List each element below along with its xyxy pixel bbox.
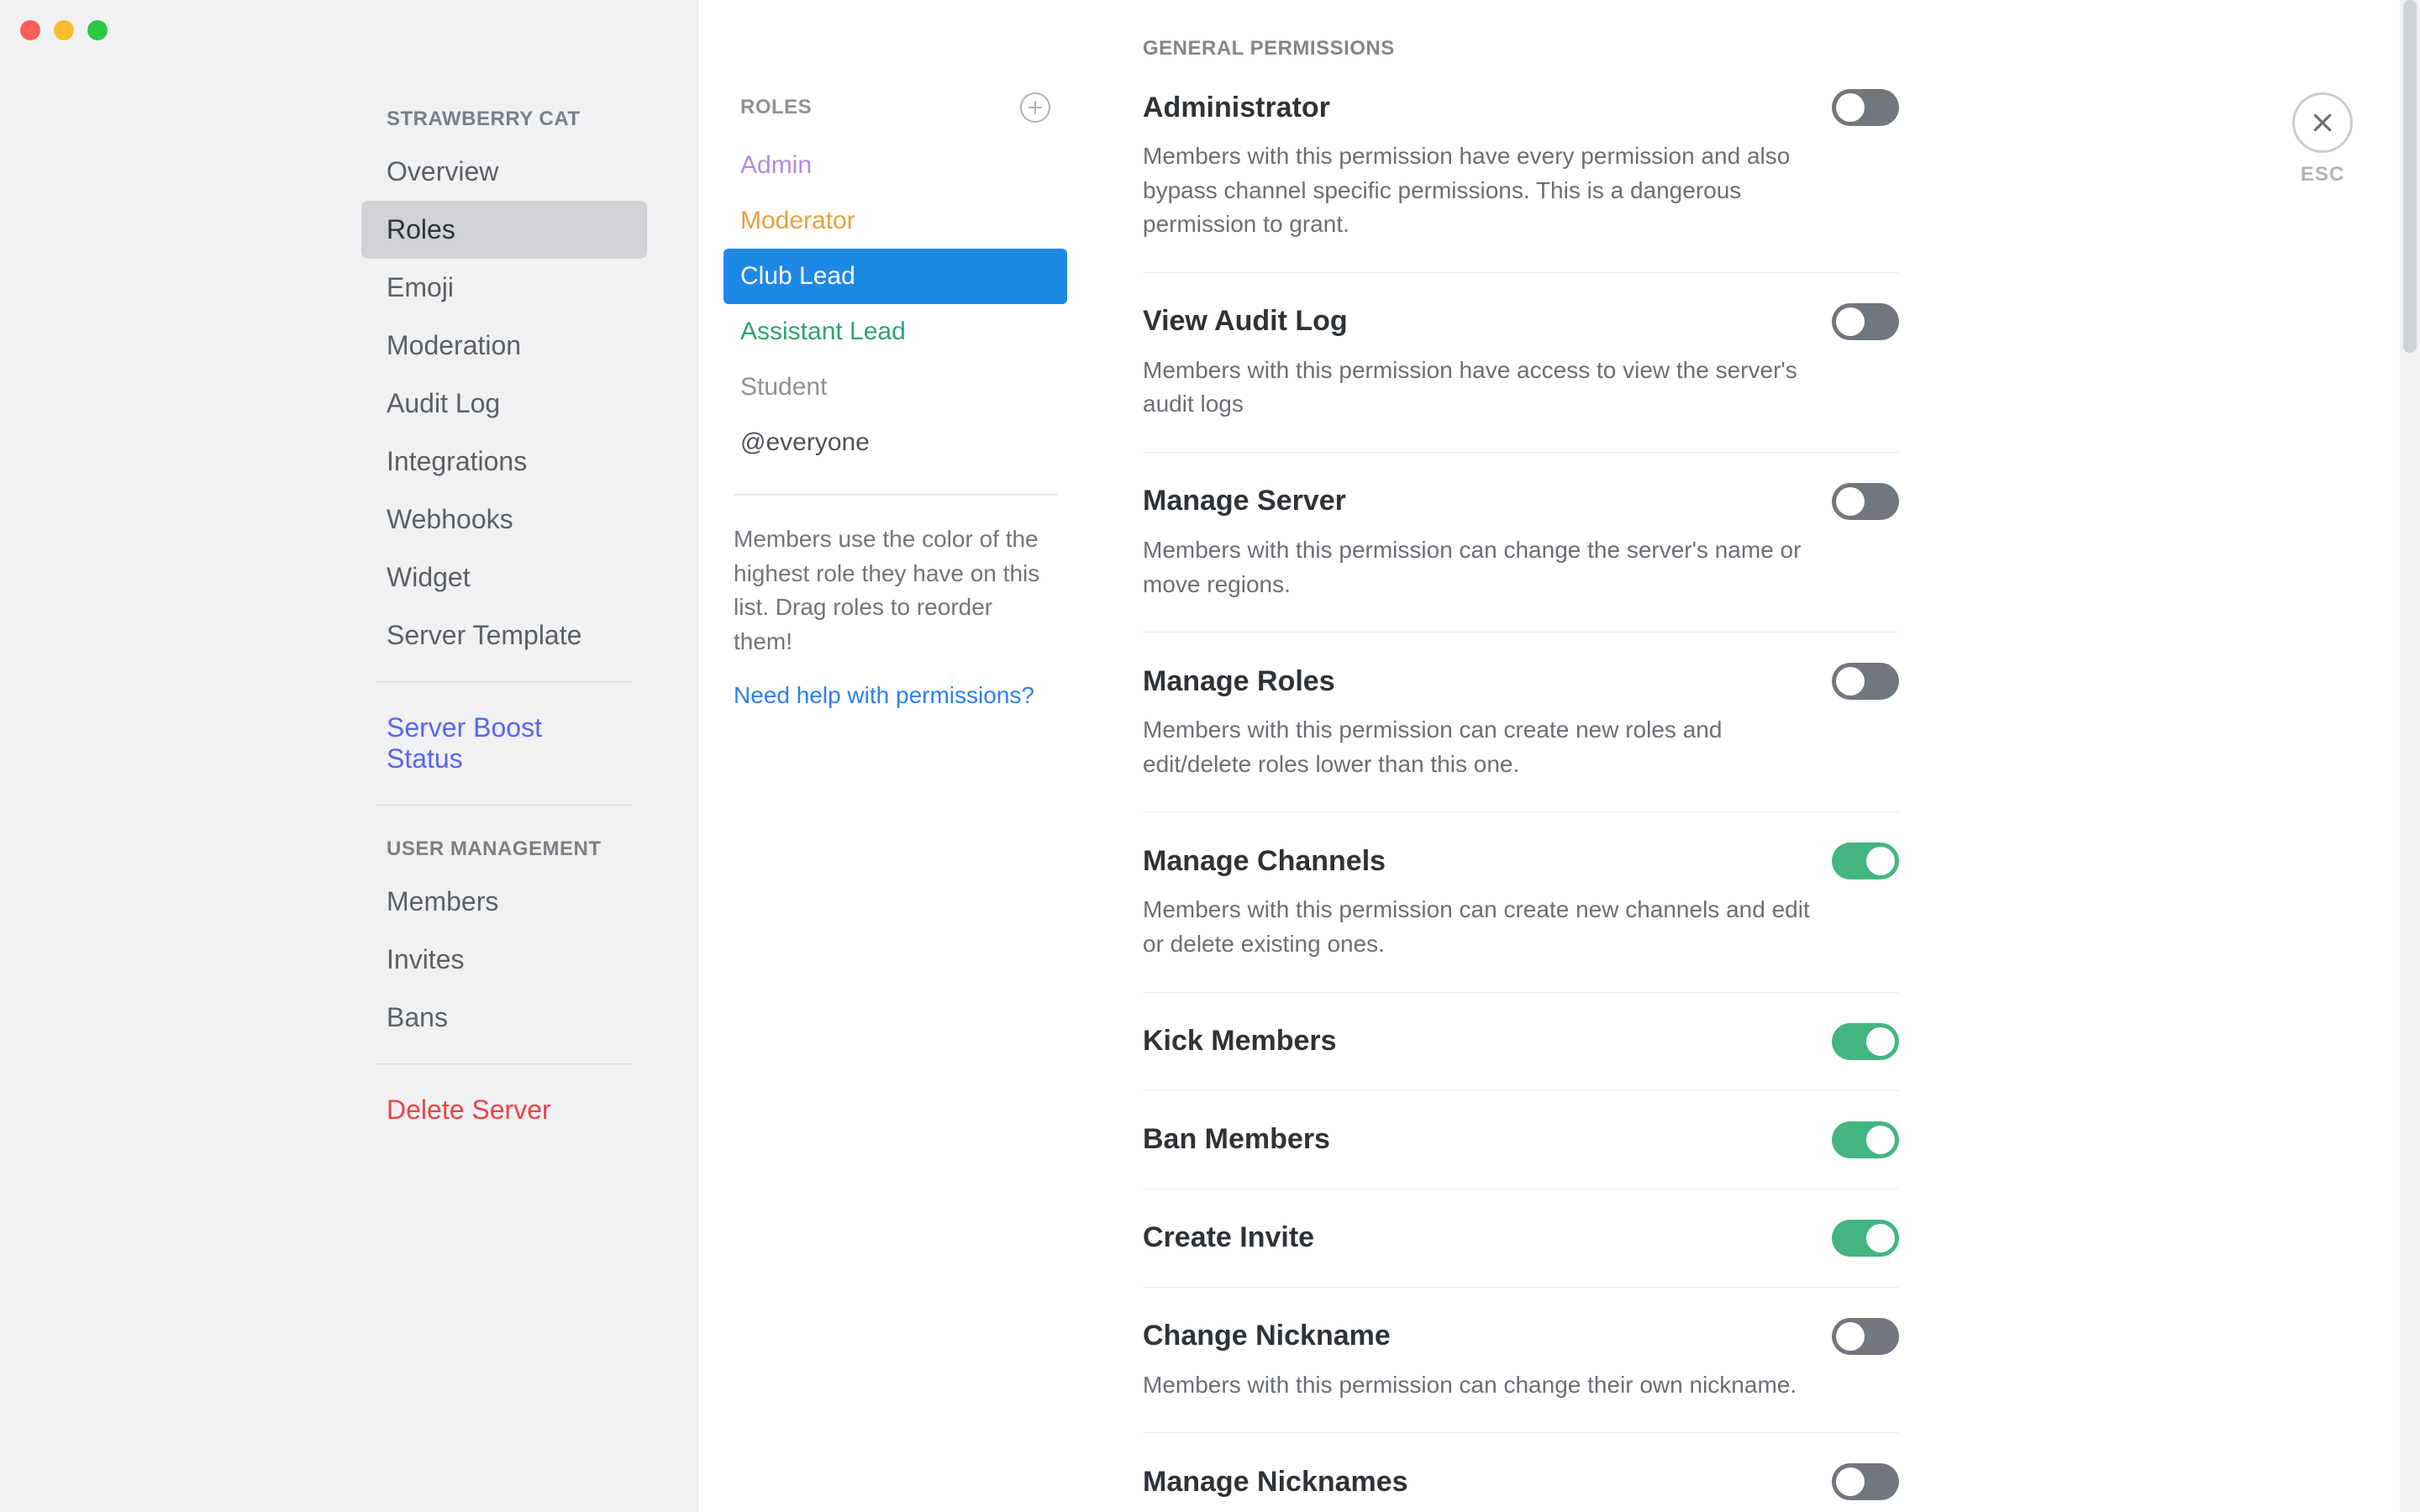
sidebar-item-invites[interactable]: Invites xyxy=(361,931,647,989)
permissions-section-header: GENERAL PERMISSIONS xyxy=(1143,37,1899,60)
permission-toggle-create-invite[interactable] xyxy=(1832,1220,1899,1257)
permission-title: View Audit Log xyxy=(1143,305,1348,338)
toggle-knob xyxy=(1836,93,1865,122)
role-item-student[interactable]: Student xyxy=(723,360,1067,415)
permission-description: Members with this permission have every … xyxy=(1143,139,1832,242)
toggle-knob xyxy=(1836,307,1865,336)
window-minimize-dot[interactable] xyxy=(54,20,74,40)
sidebar-item-overview[interactable]: Overview xyxy=(361,143,647,201)
permission-toggle-ban-members[interactable] xyxy=(1832,1121,1899,1158)
role-item-moderator[interactable]: Moderator xyxy=(723,193,1067,249)
add-role-icon[interactable] xyxy=(1020,92,1050,123)
sidebar-item-emoji[interactable]: Emoji xyxy=(361,259,647,317)
window-close-dot[interactable] xyxy=(20,20,40,40)
role-item-assistantlead[interactable]: Assistant Lead xyxy=(723,304,1067,360)
sidebar-item-widget[interactable]: Widget xyxy=(361,549,647,606)
sidebar-user-mgmt-header: USER MANAGEMENT xyxy=(361,822,647,873)
close-icon xyxy=(2310,110,2335,135)
toggle-knob xyxy=(1836,1322,1865,1351)
sidebar-divider xyxy=(375,681,634,682)
permission-title: Ban Members xyxy=(1143,1123,1330,1156)
roles-divider xyxy=(734,494,1057,496)
toggle-knob xyxy=(1866,1224,1895,1252)
toggle-knob xyxy=(1866,1126,1895,1154)
scrollbar-thumb[interactable] xyxy=(2403,0,2417,353)
permission-row-create-invite: Create Invite xyxy=(1143,1189,1899,1288)
roles-hint-text: Members use the color of the highest rol… xyxy=(723,522,1067,682)
sidebar-item-members[interactable]: Members xyxy=(361,873,647,931)
permission-description: Members with this permission can change … xyxy=(1143,1368,1832,1403)
sidebar-item-server-template[interactable]: Server Template xyxy=(361,606,647,664)
toggle-knob xyxy=(1836,667,1865,696)
permissions-panel: GENERAL PERMISSIONS Administrator Members… xyxy=(1092,0,2420,1512)
permission-title: Manage Server xyxy=(1143,485,1346,517)
window-maximize-dot[interactable] xyxy=(87,20,108,40)
permission-title: Manage Channels xyxy=(1143,845,1386,878)
permission-row-manage-server: Manage Server Members with this permissio… xyxy=(1143,453,1899,633)
permission-toggle-manage-roles[interactable] xyxy=(1832,663,1899,700)
toggle-knob xyxy=(1836,487,1865,516)
close-button[interactable] xyxy=(2292,92,2353,153)
permission-row-administrator: Administrator Members with this permissio… xyxy=(1143,89,1899,273)
permission-row-kick-members: Kick Members xyxy=(1143,993,1899,1091)
sidebar-divider xyxy=(375,1063,634,1064)
roles-list-panel: ROLES AdminModeratorClub LeadAssistant L… xyxy=(697,0,1092,1512)
toggle-knob xyxy=(1836,1467,1865,1496)
permission-toggle-manage-server[interactable] xyxy=(1832,483,1899,520)
toggle-knob xyxy=(1866,1027,1895,1056)
permission-row-manage-channels: Manage Channels Members with this permiss… xyxy=(1143,812,1899,992)
window-traffic-lights xyxy=(20,20,108,40)
permission-row-ban-members: Ban Members xyxy=(1143,1091,1899,1189)
sidebar-item-integrations[interactable]: Integrations xyxy=(361,433,647,491)
close-settings-panel: ESC xyxy=(2292,92,2353,186)
permission-title: Manage Nicknames xyxy=(1143,1466,1408,1499)
sidebar-item-bans[interactable]: Bans xyxy=(361,989,647,1047)
permission-toggle-change-nickname[interactable] xyxy=(1832,1318,1899,1355)
role-item-clublead[interactable]: Club Lead xyxy=(723,249,1067,304)
server-settings-sidebar: STRAWBERRY CAT Overview Roles Emoji Mode… xyxy=(0,0,697,1512)
scrollbar-track[interactable] xyxy=(2400,0,2420,1512)
permission-toggle-administrator[interactable] xyxy=(1832,89,1899,126)
permission-description: Members with this permission can create … xyxy=(1143,893,1832,961)
roles-header-label: ROLES xyxy=(740,96,812,119)
toggle-knob xyxy=(1866,847,1895,875)
sidebar-item-moderation[interactable]: Moderation xyxy=(361,317,647,375)
sidebar-item-server-boost[interactable]: Server Boost Status xyxy=(361,699,647,788)
roles-help-link[interactable]: Need help with permissions? xyxy=(723,682,1067,709)
permission-title: Manage Roles xyxy=(1143,665,1335,698)
permission-title: Kick Members xyxy=(1143,1025,1337,1058)
permission-row-view-audit-log: View Audit Log Members with this permissi… xyxy=(1143,273,1899,453)
sidebar-item-delete-server[interactable]: Delete Server xyxy=(361,1081,647,1139)
permission-description: Members with this permission have access… xyxy=(1143,354,1832,422)
sidebar-item-roles[interactable]: Roles xyxy=(361,201,647,259)
sidebar-item-webhooks[interactable]: Webhooks xyxy=(361,491,647,549)
role-item-everyone[interactable]: @everyone xyxy=(723,415,1067,470)
permission-title: Create Invite xyxy=(1143,1221,1314,1254)
role-item-admin[interactable]: Admin xyxy=(723,138,1067,193)
permission-row-change-nickname: Change Nickname Members with this permiss… xyxy=(1143,1288,1899,1434)
permission-title: Change Nickname xyxy=(1143,1320,1391,1352)
sidebar-divider xyxy=(375,805,634,806)
sidebar-server-name: STRAWBERRY CAT xyxy=(361,92,647,143)
permission-row-manage-roles: Manage Roles Members with this permission… xyxy=(1143,633,1899,812)
permission-toggle-manage-nicknames[interactable] xyxy=(1832,1463,1899,1500)
permission-toggle-manage-channels[interactable] xyxy=(1832,843,1899,879)
permission-description: Members with this permission can create … xyxy=(1143,713,1832,781)
permission-row-manage-nicknames: Manage Nicknames xyxy=(1143,1433,1899,1512)
sidebar-item-audit-log[interactable]: Audit Log xyxy=(361,375,647,433)
permission-toggle-view-audit-log[interactable] xyxy=(1832,303,1899,340)
permission-description: Members with this permission can change … xyxy=(1143,533,1832,601)
esc-label: ESC xyxy=(2292,163,2353,186)
permission-title: Administrator xyxy=(1143,92,1330,124)
permission-toggle-kick-members[interactable] xyxy=(1832,1023,1899,1060)
